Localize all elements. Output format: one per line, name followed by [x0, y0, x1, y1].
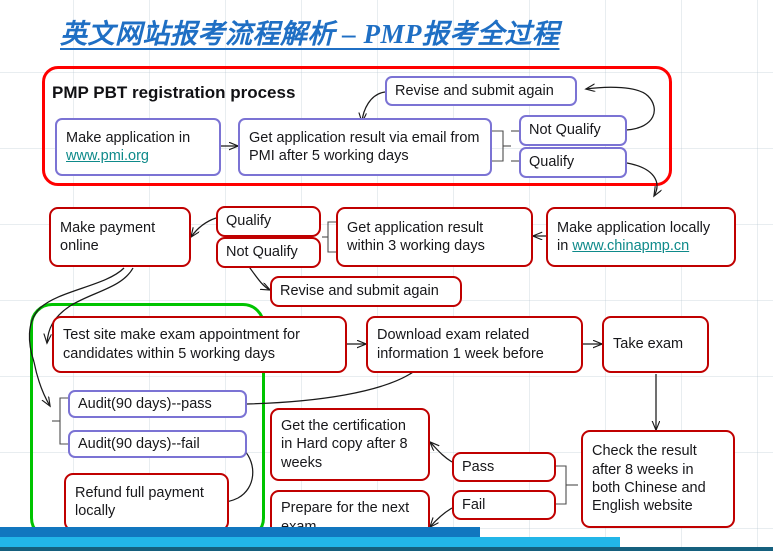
node-text: Make application in www.pmi.org: [66, 129, 191, 165]
node-make-payment-online[interactable]: Make payment online: [49, 207, 191, 267]
node-get-result-email[interactable]: Get application result via email from PM…: [238, 118, 492, 176]
node-text: Not Qualify: [529, 122, 601, 139]
node-text: Qualify: [529, 154, 575, 171]
node-text: Refund full payment locally: [75, 484, 204, 519]
node-make-application-locally[interactable]: Make application locally in www.chinapmp…: [546, 207, 736, 267]
pmi-link[interactable]: www.pmi.org: [66, 147, 190, 165]
node-audit-pass[interactable]: Audit(90 days)--pass: [68, 390, 247, 418]
node-text: Audit(90 days)--fail: [78, 435, 200, 452]
page-title: 英文网站报考流程解析 – PMP报考全过程: [60, 19, 560, 49]
node-qualify-mid[interactable]: Qualify: [216, 206, 321, 237]
node-audit-fail[interactable]: Audit(90 days)--fail: [68, 430, 247, 458]
node-text: Pass: [462, 458, 495, 475]
node-make-application-pmi[interactable]: Make application in www.pmi.org: [55, 118, 221, 176]
node-text: Get application result via email from PM…: [249, 129, 480, 164]
slide-canvas: 英文网站报考流程解析 – PMP报考全过程 PMP PBT registrati…: [0, 0, 773, 551]
node-revise-submit-mid[interactable]: Revise and submit again: [270, 276, 462, 307]
node-text: Not Qualify: [226, 244, 298, 261]
node-text: Test site make exam appointment for cand…: [63, 327, 300, 362]
node-revise-submit-top[interactable]: Revise and submit again: [385, 76, 577, 106]
node-get-certification[interactable]: Get the certification in Hard copy after…: [270, 408, 430, 481]
node-text: Qualify: [226, 213, 272, 230]
node-test-site-appointment[interactable]: Test site make exam appointment for cand…: [52, 316, 347, 373]
footer-rule: [0, 547, 773, 551]
node-pass[interactable]: Pass: [452, 452, 556, 482]
node-get-result-3days[interactable]: Get application result within 3 working …: [336, 207, 533, 267]
node-text: Make application locally in www.chinapmp…: [557, 219, 711, 254]
node-not-qualify-mid[interactable]: Not Qualify: [216, 237, 321, 268]
node-text: Fail: [462, 496, 486, 513]
pbt-process-heading: PMP PBT registration process: [52, 83, 296, 102]
node-text: Revise and submit again: [280, 283, 439, 300]
node-download-exam-info[interactable]: Download exam related information 1 week…: [366, 316, 583, 373]
chinapmp-link[interactable]: www.chinapmp.cn: [572, 238, 689, 254]
node-text: Audit(90 days)--pass: [78, 395, 212, 412]
node-text: Download exam related information 1 week…: [377, 327, 544, 362]
node-refund-payment[interactable]: Refund full payment locally: [64, 473, 229, 531]
node-text: Revise and submit again: [395, 82, 554, 99]
node-text: Get application result within 3 working …: [347, 219, 485, 254]
node-qualify-top[interactable]: Qualify: [519, 147, 627, 178]
node-text: Check the result after 8 weeks in both C…: [592, 443, 706, 515]
node-take-exam[interactable]: Take exam: [602, 316, 709, 373]
node-text: Make payment online: [60, 219, 156, 254]
node-text: Take exam: [613, 336, 684, 353]
node-text: Get the certification in Hard copy after…: [281, 418, 408, 471]
node-not-qualify-top[interactable]: Not Qualify: [519, 115, 627, 146]
node-fail[interactable]: Fail: [452, 490, 556, 520]
node-check-result[interactable]: Check the result after 8 weeks in both C…: [581, 430, 735, 528]
